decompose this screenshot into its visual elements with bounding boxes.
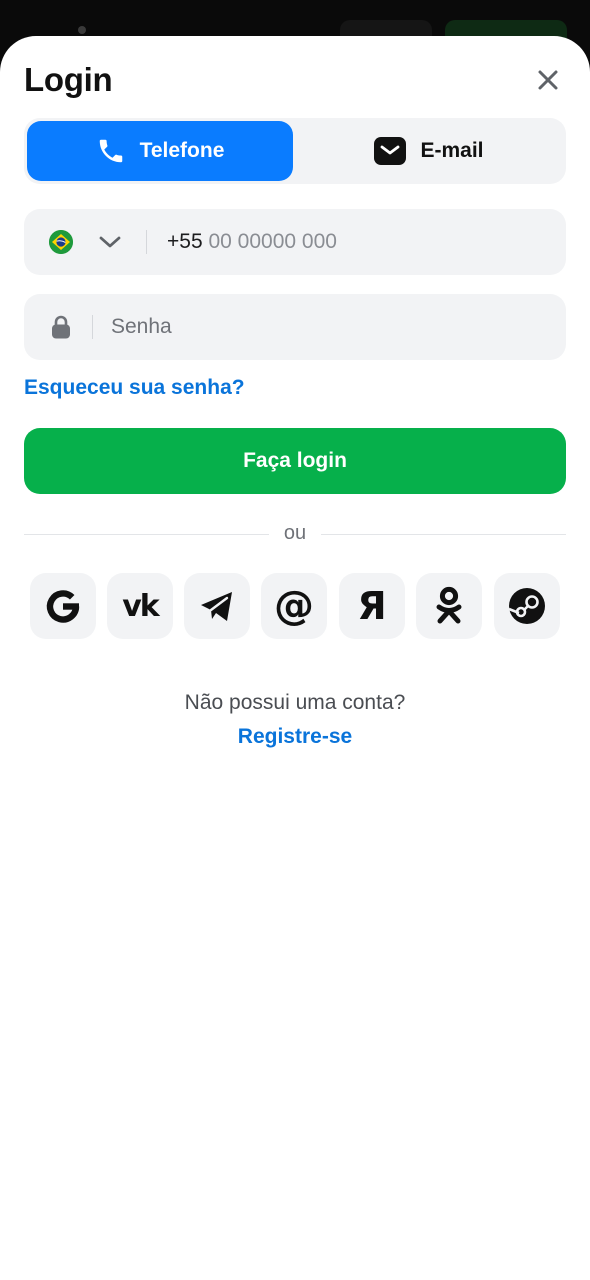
chevron-down-icon[interactable] [98,231,122,253]
or-divider: ou [24,522,566,546]
telegram-login-button[interactable] [184,573,250,639]
lock-icon [52,315,70,339]
login-sheet: Login Telefone E-mail +55 00 00000 000 E… [0,36,590,1280]
login-method-tabs: Telefone E-mail [24,118,566,184]
google-login-button[interactable] [30,573,96,639]
tab-phone[interactable]: Telefone [27,121,293,181]
country-code: +55 [167,230,203,253]
vk-icon: vk [122,588,159,624]
tab-email-label: E-mail [420,139,484,162]
phone-icon [99,139,122,163]
no-account-text: Não possui uma conta? [184,691,406,714]
steam-login-button[interactable] [494,573,560,639]
odnoklassniki-login-button[interactable] [416,573,482,639]
tab-phone-label: Telefone [139,139,225,162]
steam-icon [508,588,545,624]
page-title: Login [24,61,113,98]
close-icon [538,70,558,90]
field-separator [92,315,93,339]
mail-ru-login-button[interactable]: @ [261,573,327,639]
social-login-row: vk @ Я [30,573,560,639]
mail-icon [374,137,407,165]
phone-input[interactable]: +55 00 00000 000 [167,230,337,254]
telegram-icon [201,592,232,621]
yandex-icon: Я [357,584,387,628]
odnoklassniki-icon [436,586,462,624]
brazil-flag-icon[interactable] [49,230,73,254]
forgot-password-link[interactable]: Esqueceu sua senha? [24,376,245,400]
vk-login-button[interactable]: vk [107,573,173,639]
phone-field[interactable]: +55 00 00000 000 [24,209,566,275]
tab-email[interactable]: E-mail [295,121,563,181]
register-link[interactable]: Registre-se [0,725,590,749]
yandex-login-button[interactable]: Я [339,573,405,639]
login-button[interactable]: Faça login [24,428,566,494]
mail-ru-icon: @ [274,583,314,629]
password-field[interactable] [24,294,566,360]
divider-line [321,534,566,535]
password-input[interactable] [111,294,541,360]
field-separator [146,230,147,254]
google-icon [46,590,80,623]
close-button[interactable] [532,64,564,96]
background-dot [78,26,86,34]
phone-placeholder: 00 00000 000 [208,230,337,253]
